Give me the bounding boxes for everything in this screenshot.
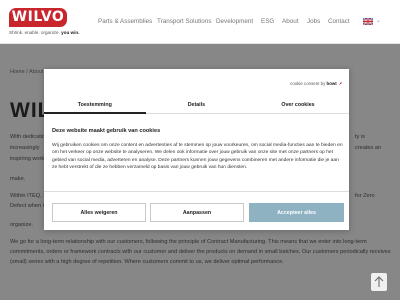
chevron-down-icon[interactable]: ⌄ [376, 17, 381, 24]
nav-about[interactable]: About [282, 18, 298, 25]
consent-tabs: Toestemming Details Over cookies [44, 99, 349, 114]
logo-tagline: Shrink. enable. organize. you win. [9, 30, 79, 35]
nav-transport-solutions[interactable]: Transport Solutions [157, 18, 211, 25]
consent-text: Wij gebruiken cookies om onze content en… [52, 143, 343, 170]
nav-esg[interactable]: ESG [261, 18, 274, 25]
tab-toestemming[interactable]: Toestemming [44, 99, 146, 114]
wilvo-logo[interactable]: WILVO Shrink. enable. organize. you win. [9, 8, 79, 35]
consent-provider: cookie consent by bowt [290, 81, 343, 86]
tagline-bold: you win. [61, 30, 80, 35]
arrow-up-icon [374, 276, 384, 287]
accept-all-button[interactable]: Accepteer alles [249, 203, 344, 222]
consent-provider-brand[interactable]: bowt [327, 81, 337, 86]
rocket-icon [339, 82, 342, 86]
scroll-to-top-button[interactable] [371, 273, 387, 291]
divider [44, 191, 349, 192]
tab-details[interactable]: Details [146, 99, 248, 114]
nav-contact[interactable]: Contact [328, 18, 350, 25]
logo-wordmark: WILVO [9, 8, 67, 27]
consent-provider-label: cookie consent by [290, 81, 326, 86]
cookie-consent-dialog: cookie consent by bowt Toestemming Detai… [44, 69, 349, 230]
customize-button[interactable]: Aanpassen [150, 203, 244, 222]
tab-over-cookies[interactable]: Over cookies [247, 99, 349, 114]
tagline-prefix: Shrink. enable. organize. [9, 30, 60, 35]
nav-parts-assemblies[interactable]: Parts & Assemblies [98, 18, 152, 25]
nav-jobs[interactable]: Jobs [307, 18, 320, 25]
uk-flag-icon[interactable] [363, 18, 373, 25]
nav-development[interactable]: Development [216, 18, 253, 25]
deny-all-button[interactable]: Alles weigeren [52, 203, 146, 222]
consent-title: Deze website maakt gebruik van cookies [52, 128, 161, 134]
site-header: WILVO Shrink. enable. organize. you win.… [0, 0, 400, 44]
